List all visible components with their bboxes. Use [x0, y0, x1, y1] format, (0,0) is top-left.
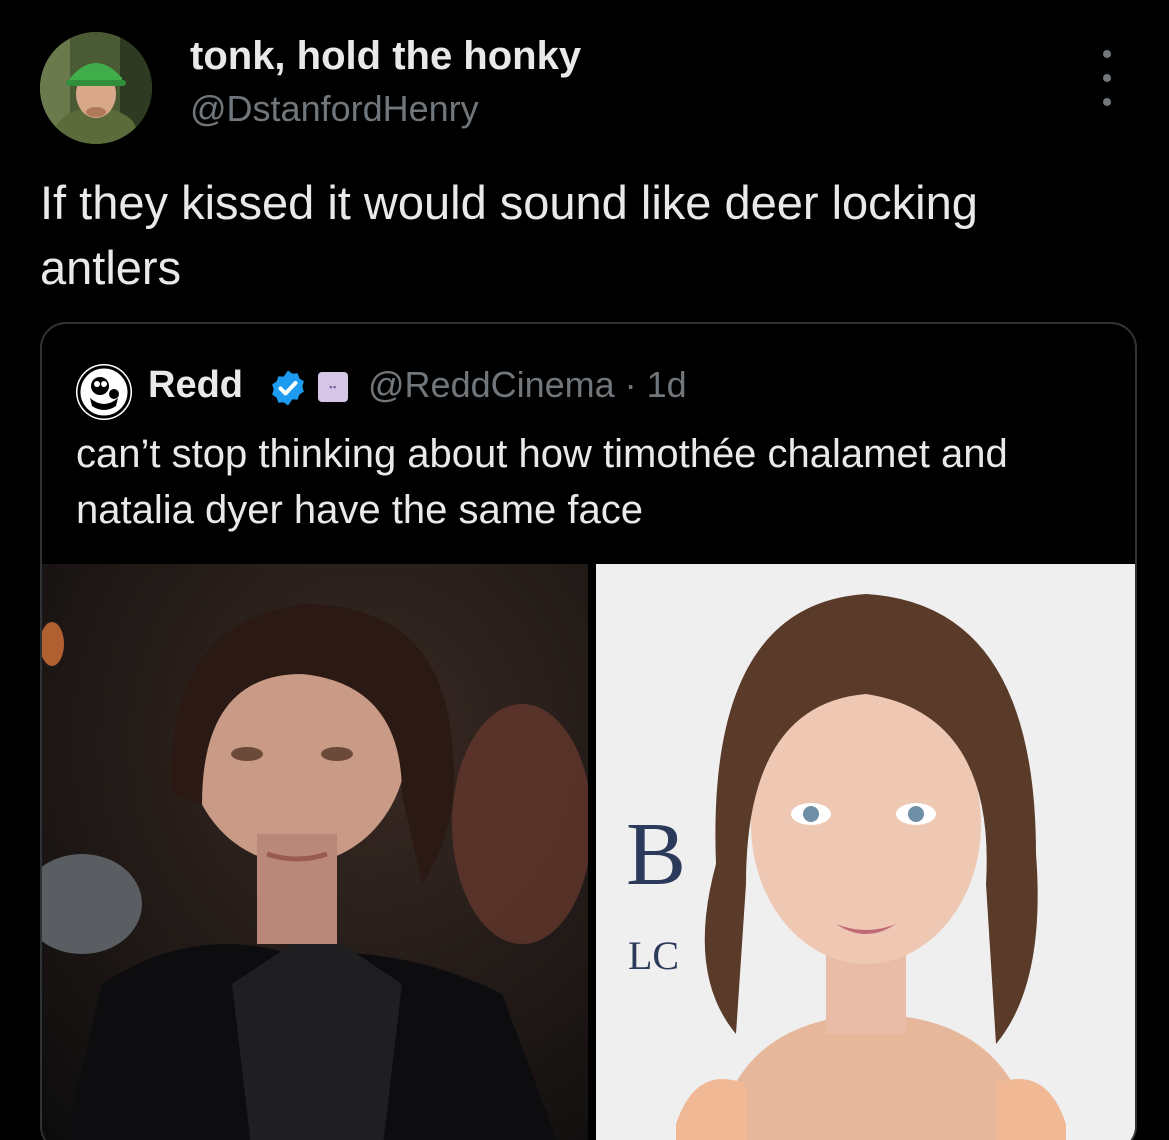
- verified-badge-icon: [272, 370, 304, 406]
- more-options-icon[interactable]: [1092, 50, 1122, 106]
- tweet[interactable]: tonk, hold the honky @DstanfordHenry If …: [0, 0, 1169, 1140]
- backdrop-letters-lc: LC: [628, 933, 679, 978]
- quoted-tweet-text: can’t stop thinking about how timothée c…: [76, 432, 1008, 532]
- quoted-author-display-name[interactable]: Redd: [148, 364, 243, 407]
- author-avatar[interactable]: [40, 32, 152, 144]
- quoted-author-handle-time[interactable]: @ReddCinema · 1d: [368, 364, 687, 406]
- photo-right[interactable]: B LC: [596, 564, 1135, 1140]
- affiliate-badge-icon: ▪▪: [318, 372, 348, 402]
- photo-left[interactable]: [42, 564, 588, 1140]
- author-handle[interactable]: @DstanfordHenry: [190, 88, 479, 130]
- backdrop-letter-b: B: [626, 805, 686, 904]
- author-display-name[interactable]: tonk, hold the honky: [190, 34, 581, 79]
- quoted-author-avatar[interactable]: [76, 364, 132, 420]
- tweet-text: If they kissed it would sound like deer …: [40, 176, 978, 294]
- quoted-tweet-card[interactable]: Redd ▪▪ @ReddCinema · 1d can’t stop thin…: [40, 322, 1137, 1140]
